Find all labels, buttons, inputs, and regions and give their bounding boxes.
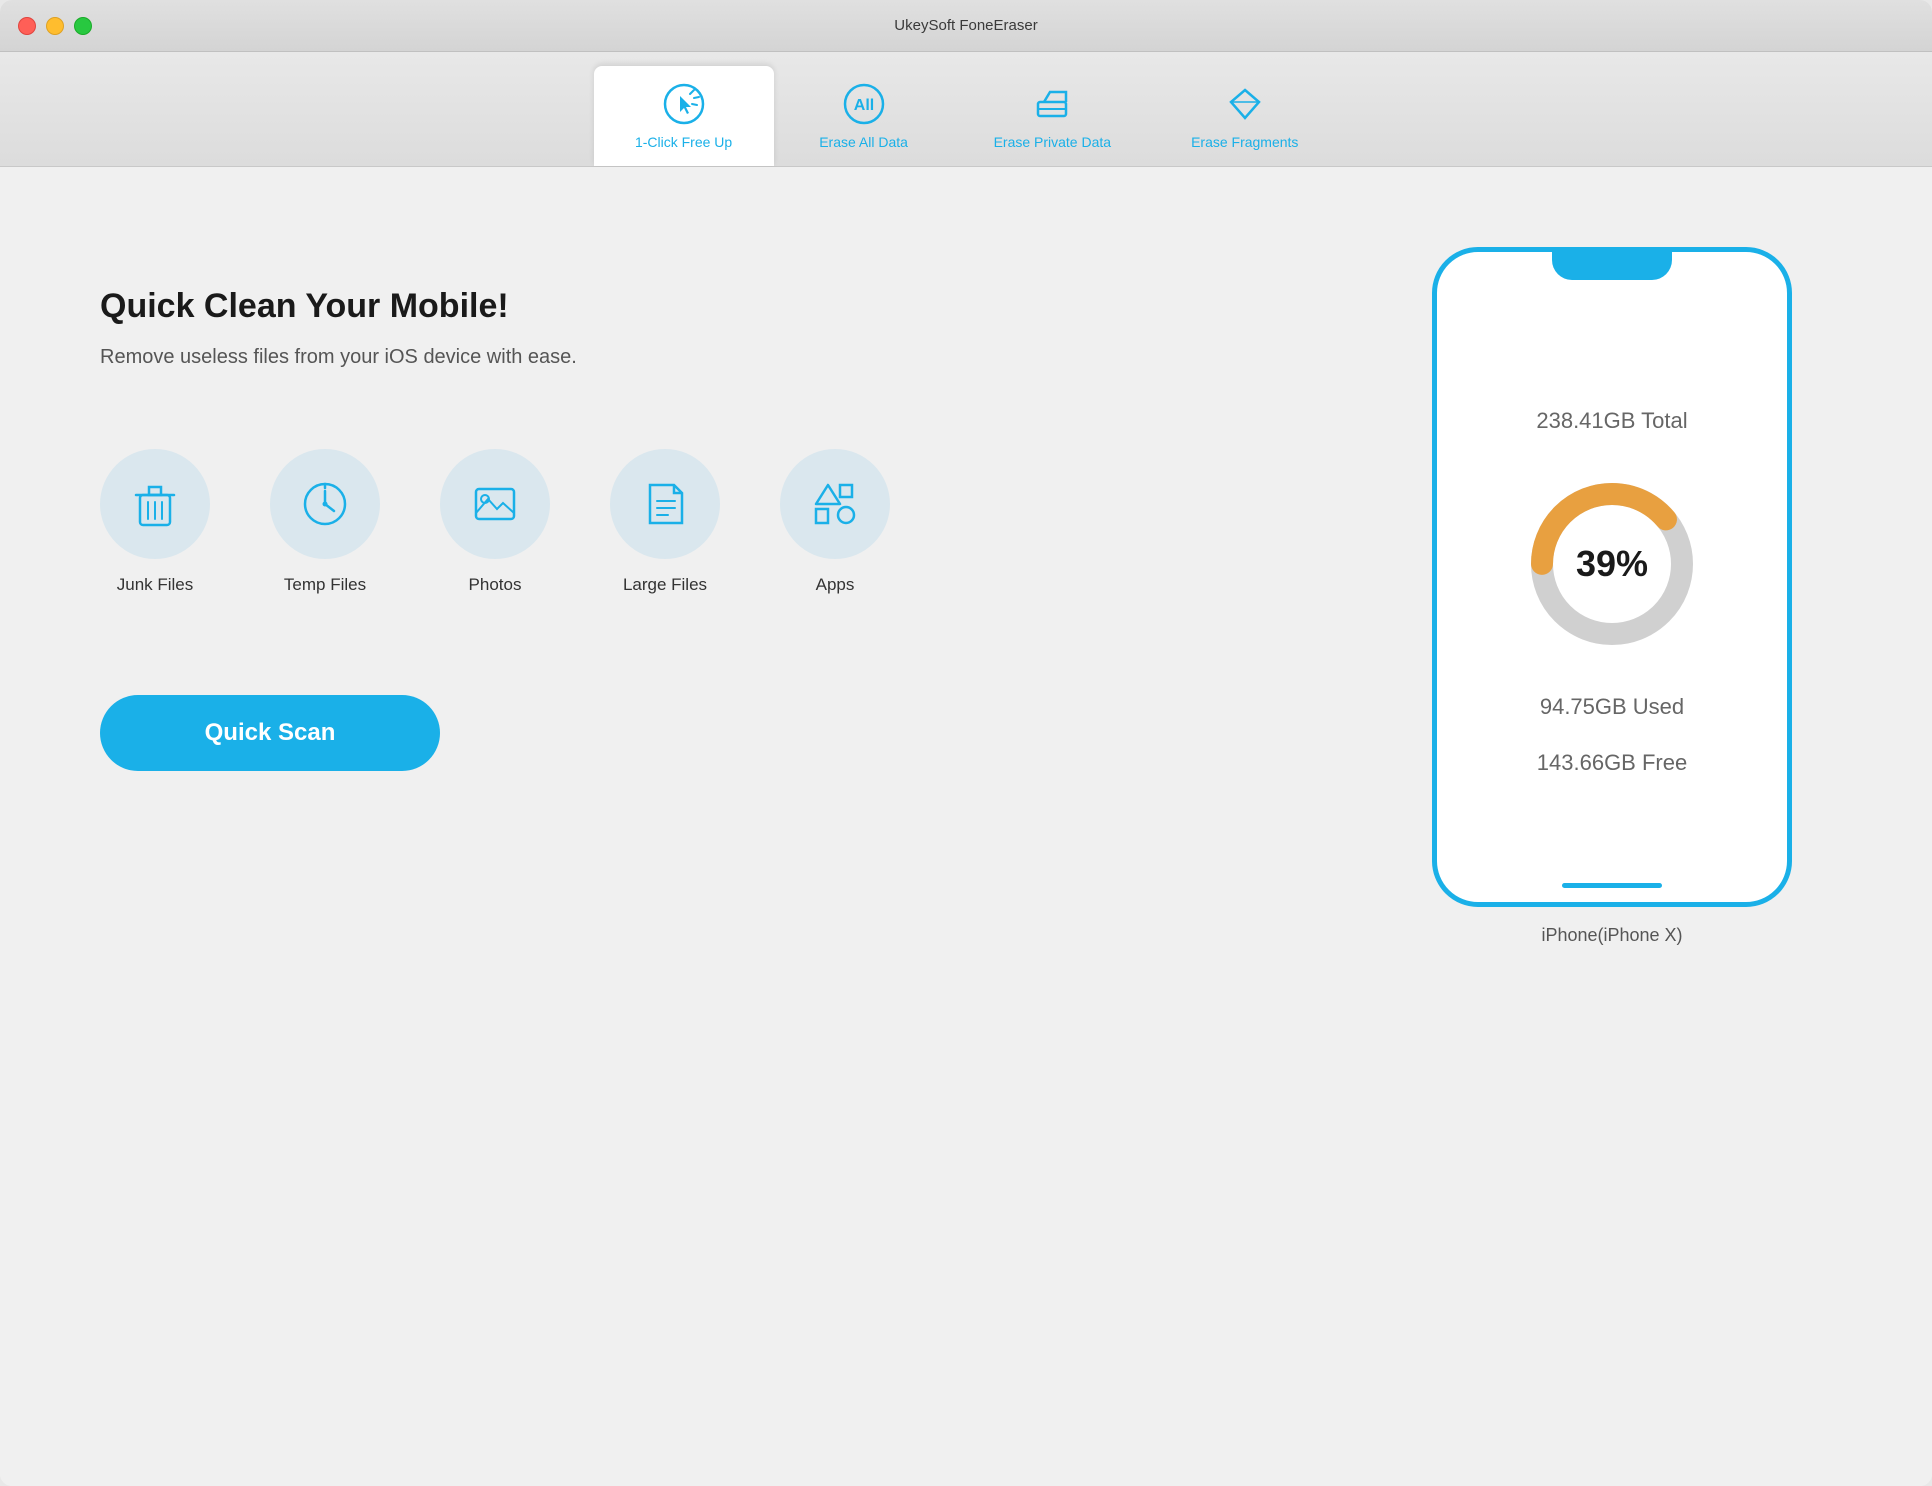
phone-mockup: 238.41GB Total 39% 94.75GB bbox=[1432, 247, 1792, 907]
minimize-button[interactable] bbox=[46, 17, 64, 35]
tab-erase-private-data[interactable]: Erase Private Data bbox=[954, 66, 1152, 166]
tab-erase-fragments[interactable]: Erase Fragments bbox=[1151, 66, 1338, 166]
storage-used: 94.75GB Used bbox=[1540, 694, 1684, 720]
right-panel: 238.41GB Total 39% 94.75GB bbox=[1392, 227, 1832, 1426]
storage-free: 143.66GB Free bbox=[1537, 750, 1687, 776]
junk-files-icon-circle bbox=[100, 449, 210, 559]
photos-label: Photos bbox=[469, 575, 522, 595]
phone-notch bbox=[1552, 252, 1672, 280]
large-files-icon-circle bbox=[610, 449, 720, 559]
headline: Quick Clean Your Mobile! bbox=[100, 287, 1332, 326]
close-button[interactable] bbox=[18, 17, 36, 35]
apps-icon-circle bbox=[780, 449, 890, 559]
tab-one-click-label: 1-Click Free Up bbox=[635, 134, 732, 150]
feature-icons: Junk Files Temp Fi bbox=[100, 449, 1332, 595]
quick-scan-button[interactable]: Quick Scan bbox=[100, 695, 440, 771]
device-name: iPhone(iPhone X) bbox=[1541, 925, 1682, 946]
temp-files-label: Temp Files bbox=[284, 575, 366, 595]
window-controls bbox=[18, 17, 92, 35]
tab-erase-fragments-label: Erase Fragments bbox=[1191, 134, 1298, 150]
feature-junk-files[interactable]: Junk Files bbox=[100, 449, 210, 595]
main-content: Quick Clean Your Mobile! Remove useless … bbox=[0, 167, 1932, 1486]
tab-one-click-free-up[interactable]: 1-Click Free Up bbox=[594, 66, 774, 166]
tabbar: 1-Click Free Up All Erase All Data bbox=[0, 52, 1932, 167]
feature-apps[interactable]: Apps bbox=[780, 449, 890, 595]
window-title: UkeySoft FoneEraser bbox=[894, 17, 1037, 34]
phone-content: 238.41GB Total 39% 94.75GB bbox=[1512, 312, 1712, 872]
temp-files-icon bbox=[298, 477, 352, 531]
large-files-label: Large Files bbox=[623, 575, 707, 595]
svg-text:All: All bbox=[853, 97, 873, 114]
titlebar: UkeySoft FoneEraser bbox=[0, 0, 1932, 52]
app-window: UkeySoft FoneEraser 1-Click Free Up bbox=[0, 0, 1932, 1486]
erase-fragments-icon bbox=[1223, 82, 1267, 126]
feature-photos[interactable]: Photos bbox=[440, 449, 550, 595]
feature-large-files[interactable]: Large Files bbox=[610, 449, 720, 595]
tab-erase-private-label: Erase Private Data bbox=[994, 134, 1112, 150]
tab-erase-all-data[interactable]: All Erase All Data bbox=[774, 66, 954, 166]
junk-files-label: Junk Files bbox=[117, 575, 194, 595]
erase-private-icon bbox=[1030, 82, 1074, 126]
maximize-button[interactable] bbox=[74, 17, 92, 35]
temp-files-icon-circle bbox=[270, 449, 380, 559]
apps-label: Apps bbox=[816, 575, 855, 595]
one-click-icon bbox=[662, 82, 706, 126]
photos-icon bbox=[468, 477, 522, 531]
subtext: Remove useless files from your iOS devic… bbox=[100, 346, 1332, 369]
donut-chart: 39% bbox=[1512, 464, 1712, 664]
junk-files-icon bbox=[128, 477, 182, 531]
tab-erase-all-label: Erase All Data bbox=[819, 134, 908, 150]
storage-total: 238.41GB Total bbox=[1536, 408, 1687, 434]
photos-icon-circle bbox=[440, 449, 550, 559]
phone-home-indicator bbox=[1562, 883, 1662, 888]
erase-all-icon: All bbox=[842, 82, 886, 126]
large-files-icon bbox=[638, 477, 692, 531]
left-panel: Quick Clean Your Mobile! Remove useless … bbox=[100, 227, 1332, 1426]
apps-icon bbox=[808, 477, 862, 531]
feature-temp-files[interactable]: Temp Files bbox=[270, 449, 380, 595]
donut-label: 39% bbox=[1576, 543, 1648, 585]
